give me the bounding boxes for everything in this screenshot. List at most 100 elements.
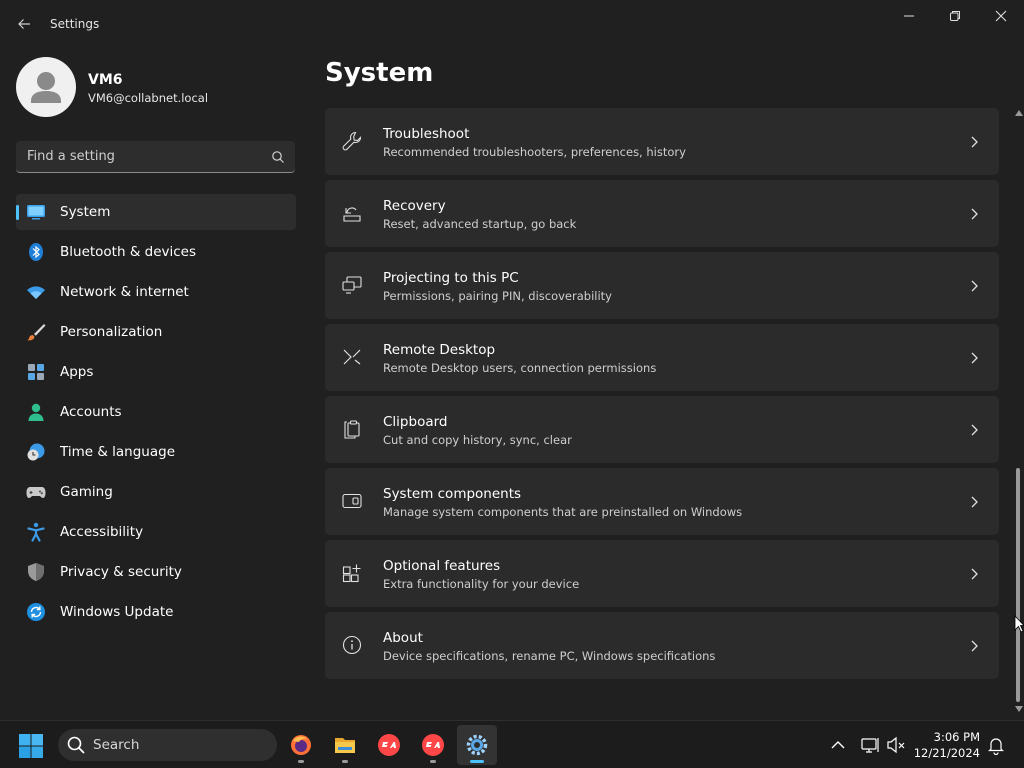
- restore-icon: [950, 11, 960, 21]
- sidebar-item-label: Accounts: [60, 404, 122, 420]
- sidebar-item-label: Network & internet: [60, 284, 189, 300]
- chevron-right-icon: [971, 568, 978, 580]
- user-avatar-icon: [31, 72, 61, 103]
- sidebar-item-privacy-security[interactable]: Privacy & security: [16, 554, 296, 590]
- clock-time: 3:06 PM: [933, 730, 980, 744]
- chevron-right-icon: [971, 208, 978, 220]
- taskbar: Search 3:06 PM 12/21/2024: [0, 720, 1024, 768]
- card-clipboard[interactable]: Clipboard Cut and copy history, sync, cl…: [325, 396, 999, 463]
- ea-app-icon: [422, 734, 444, 756]
- wrench-icon: [342, 131, 362, 151]
- taskbar-app-file-explorer[interactable]: [325, 725, 365, 765]
- chevron-right-icon: [971, 352, 978, 364]
- card-subtitle: Cut and copy history, sync, clear: [383, 433, 572, 447]
- firefox-icon: [291, 735, 311, 755]
- sidebar-item-label: Time & language: [60, 444, 176, 460]
- sidebar-item-label: Gaming: [60, 484, 113, 500]
- sidebar-item-accessibility[interactable]: Accessibility: [16, 514, 296, 550]
- apps-icon: [28, 364, 44, 380]
- running-indicator: [298, 760, 304, 763]
- card-title: Troubleshoot: [383, 126, 470, 142]
- find-setting-search[interactable]: [16, 141, 295, 173]
- card-optional-features[interactable]: Optional features Extra functionality fo…: [325, 540, 999, 607]
- card-title: Optional features: [383, 558, 501, 574]
- user-profile[interactable]: VM6 VM6@collabnet.local: [16, 57, 296, 119]
- card-projecting[interactable]: Projecting to this PC Permissions, pairi…: [325, 252, 999, 319]
- wifi-icon: [27, 286, 45, 299]
- windows-logo-icon: [19, 734, 43, 758]
- sidebar-item-label: Accessibility: [60, 524, 144, 540]
- card-recovery[interactable]: Recovery Reset, advanced startup, go bac…: [325, 180, 999, 247]
- recovery-icon: [343, 207, 361, 222]
- close-button[interactable]: [978, 0, 1024, 32]
- user-name: VM6: [88, 72, 123, 88]
- taskbar-app-firefox[interactable]: [281, 725, 321, 765]
- remote-desktop-icon: [343, 349, 361, 365]
- system-components-icon: [342, 493, 362, 509]
- chevron-right-icon: [971, 280, 978, 292]
- bluetooth-icon: [29, 243, 43, 261]
- card-about[interactable]: About Device specifications, rename PC, …: [325, 612, 999, 679]
- scroll-down-arrow-icon[interactable]: [1015, 706, 1023, 712]
- sidebar-item-network[interactable]: Network & internet: [16, 274, 296, 310]
- page-title: System: [325, 58, 434, 88]
- scroll-thumb[interactable]: [1016, 468, 1020, 702]
- taskbar-app-ea[interactable]: [413, 725, 453, 765]
- sidebar-item-bluetooth[interactable]: Bluetooth & devices: [16, 234, 296, 270]
- sidebar-item-windows-update[interactable]: Windows Update: [16, 594, 296, 630]
- card-title: Projecting to this PC: [383, 270, 519, 286]
- sidebar-item-time-language[interactable]: Time & language: [16, 434, 296, 470]
- card-subtitle: Extra functionality for your device: [383, 577, 580, 591]
- notification-bell-icon[interactable]: [986, 735, 1006, 755]
- running-indicator: [342, 760, 348, 763]
- ea-app-icon: [378, 734, 400, 756]
- info-icon: [342, 635, 362, 655]
- sidebar-item-label: Personalization: [60, 324, 163, 340]
- update-icon: [27, 603, 45, 621]
- search-icon: [272, 151, 284, 163]
- card-title: System components: [383, 486, 522, 502]
- active-indicator: [16, 205, 19, 220]
- user-email: VM6@collabnet.local: [88, 91, 209, 105]
- sidebar-item-system[interactable]: System: [16, 194, 296, 230]
- back-button[interactable]: [10, 10, 38, 38]
- card-remote-desktop[interactable]: Remote Desktop Remote Desktop users, con…: [325, 324, 999, 391]
- sidebar-item-label: System: [60, 204, 111, 220]
- running-indicator: [430, 760, 436, 763]
- shield-icon: [28, 563, 44, 581]
- restore-button[interactable]: [932, 0, 978, 32]
- clock-globe-icon: [27, 443, 45, 461]
- sidebar-nav: System Bluetooth & devices Network & int…: [16, 194, 296, 634]
- clipboard-icon: [344, 420, 360, 439]
- card-system-components[interactable]: System components Manage system componen…: [325, 468, 999, 535]
- optional-features-icon: [342, 564, 361, 583]
- search-input[interactable]: [16, 141, 256, 172]
- accessibility-icon: [27, 522, 45, 542]
- sidebar-item-accounts[interactable]: Accounts: [16, 394, 296, 430]
- chevron-right-icon: [971, 424, 978, 436]
- sidebar-item-personalization[interactable]: Personalization: [16, 314, 296, 350]
- sidebar-item-apps[interactable]: Apps: [16, 354, 296, 390]
- start-button[interactable]: [18, 733, 44, 759]
- settings-gear-icon: [466, 734, 488, 756]
- chevron-right-icon: [971, 136, 978, 148]
- card-title: Remote Desktop: [383, 342, 496, 358]
- card-title: Clipboard: [383, 414, 448, 430]
- taskbar-search[interactable]: Search: [58, 729, 277, 761]
- taskbar-app-ea[interactable]: [369, 725, 409, 765]
- card-subtitle: Reset, advanced startup, go back: [383, 217, 577, 231]
- scroll-up-arrow-icon[interactable]: [1015, 110, 1023, 116]
- taskbar-clock[interactable]: 3:06 PM 12/21/2024: [910, 729, 980, 761]
- minimize-button[interactable]: [886, 0, 932, 32]
- network-icon[interactable]: [860, 735, 880, 755]
- app-title: Settings: [50, 17, 100, 31]
- sidebar-item-gaming[interactable]: Gaming: [16, 474, 296, 510]
- running-indicator: [470, 760, 484, 763]
- volume-muted-icon[interactable]: [886, 735, 906, 755]
- card-troubleshoot[interactable]: Troubleshoot Recommended troubleshooters…: [325, 108, 999, 175]
- sidebar-item-label: Windows Update: [60, 604, 174, 620]
- chevron-up-icon[interactable]: [828, 735, 848, 755]
- card-subtitle: Permissions, pairing PIN, discoverabilit…: [383, 289, 612, 303]
- taskbar-app-settings[interactable]: [457, 725, 497, 765]
- mouse-cursor-icon: [1014, 615, 1024, 633]
